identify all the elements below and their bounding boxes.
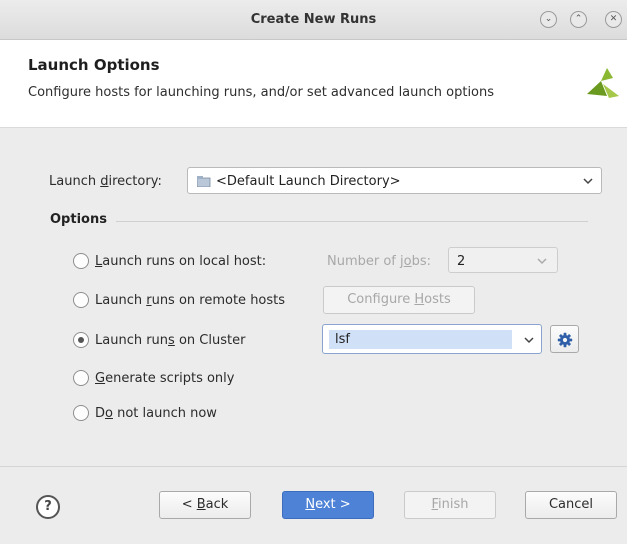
wizard-header: Launch Options Configure hosts for launc… (0, 40, 627, 128)
launch-cluster-label: Launch runs on Cluster (95, 333, 246, 348)
launch-local-label: Launch runs on local host: (95, 254, 267, 269)
chevron-down-icon (524, 337, 534, 344)
launch-local-radio[interactable] (73, 253, 89, 269)
cluster-type-dropdown[interactable]: lsf (322, 324, 542, 354)
launch-cluster-radio[interactable] (73, 332, 89, 348)
generate-scripts-radio[interactable] (73, 370, 89, 386)
launch-remote-label: Launch runs on remote hosts (95, 293, 286, 308)
generate-scripts-label: Generate scripts only (95, 371, 235, 386)
gear-icon (557, 332, 573, 348)
options-section-title: Options (50, 212, 107, 227)
help-button[interactable]: ? (36, 495, 60, 519)
cluster-type-value: lsf (335, 332, 350, 347)
finish-button[interactable]: Finish (404, 491, 496, 519)
options-divider (116, 221, 588, 222)
window-title: Create New Runs (250, 12, 377, 27)
do-not-launch-radio[interactable] (73, 405, 89, 421)
maximize-button[interactable]: ⌃ (570, 11, 587, 28)
page-title: Launch Options (28, 56, 160, 74)
page-subtitle: Configure hosts for launching runs, and/… (28, 85, 495, 100)
cluster-selection-highlight (329, 330, 512, 349)
wizard-footer: ? < Back Next > Finish Cancel (0, 466, 627, 544)
cluster-settings-button[interactable] (550, 325, 579, 353)
next-button[interactable]: Next > (282, 491, 374, 519)
launch-directory-label: Launch directory: (49, 174, 162, 189)
minimize-button[interactable]: ⌄ (540, 11, 557, 28)
back-button[interactable]: < Back (159, 491, 251, 519)
folder-icon (197, 176, 211, 187)
chevron-down-icon (583, 178, 593, 185)
close-button[interactable]: ✕ (605, 11, 622, 28)
launch-remote-radio[interactable] (73, 292, 89, 308)
configure-hosts-button[interactable]: Configure Hosts (323, 286, 475, 314)
launch-directory-value: <Default Launch Directory> (216, 174, 401, 189)
title-bar: Create New Runs ⌄ ⌃ ✕ (0, 0, 627, 40)
cancel-button[interactable]: Cancel (525, 491, 617, 519)
number-of-jobs-value: 2 (457, 254, 466, 269)
do-not-launch-label: Do not launch now (95, 406, 217, 421)
xilinx-logo-icon (587, 68, 619, 98)
number-of-jobs-label: Number of jobs: (327, 254, 432, 269)
chevron-down-icon (537, 258, 547, 265)
number-of-jobs-dropdown[interactable]: 2 (448, 247, 558, 273)
launch-directory-dropdown[interactable]: <Default Launch Directory> (187, 167, 602, 194)
